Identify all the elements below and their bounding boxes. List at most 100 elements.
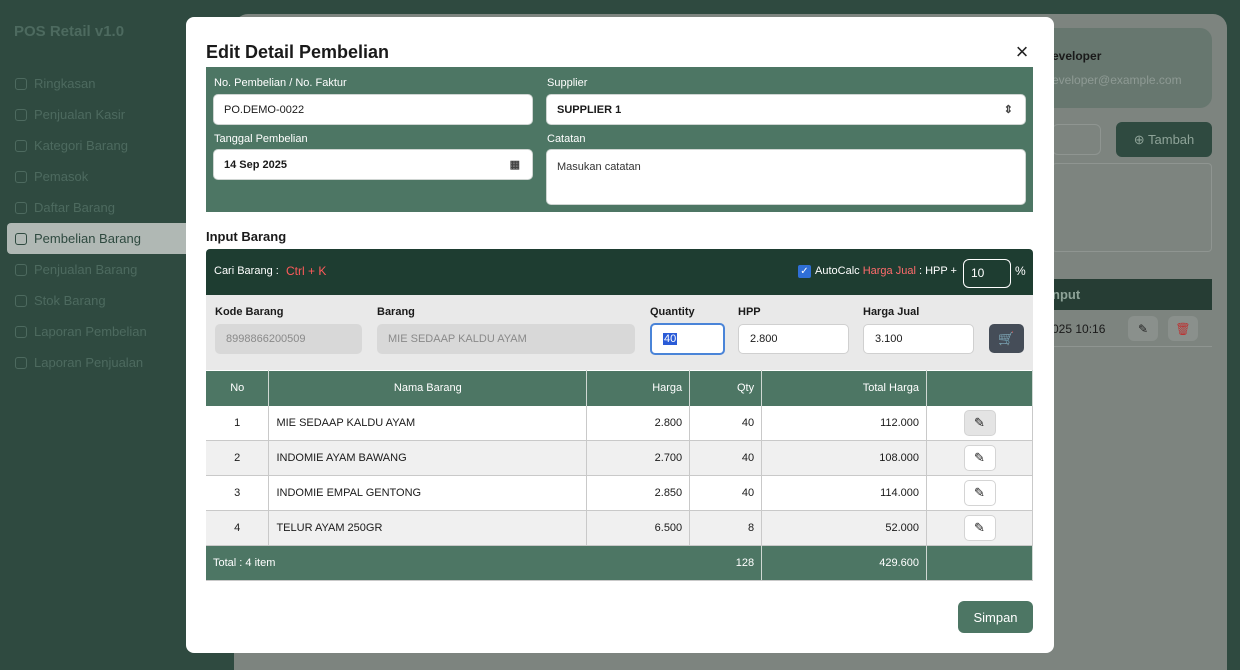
row-no: 2: [206, 440, 270, 476]
col-price: Harga: [586, 370, 691, 406]
notes-textarea[interactable]: Masukan catatan: [546, 149, 1026, 205]
table-footer-row: Total : 4 item 128 429.600: [206, 545, 1033, 581]
footer-empty: [926, 545, 1033, 581]
footer-total-label: Total : 4 item: [206, 545, 690, 581]
basket-icon: [15, 232, 27, 245]
purchase-form: No. Pembelian / No. Faktur PO.DEMO-0022 …: [206, 67, 1033, 212]
kode-input: 8998866200509: [215, 324, 362, 354]
background-search-input: [1052, 124, 1101, 155]
table-row: 2 INDOMIE AYAM BAWANG 2.700 40 108.000 ✎: [206, 440, 1033, 476]
sidebar-item-label: Laporan Pembelian: [34, 324, 147, 339]
footer-qty: 128: [689, 545, 763, 581]
row-price: 2.850: [586, 475, 691, 511]
autocalc-label: AutoCalc Harga Jual : HPP +: [815, 265, 957, 277]
items-table: No Nama Barang Harga Qty Total Harga 1 M…: [206, 370, 1033, 581]
row-total: 52.000: [761, 510, 928, 546]
sidebar-item-label: Stok Barang: [34, 293, 106, 308]
supplier-select[interactable]: SUPPLIER 1 ⇕: [546, 94, 1026, 125]
table-row: 3 INDOMIE EMPAL GENTONG 2.850 40 114.000…: [206, 475, 1033, 511]
user-email: eveloper@example.com: [1052, 73, 1182, 87]
edit-purchase-modal: Edit Detail Pembelian × No. Pembelian / …: [186, 17, 1054, 653]
close-icon[interactable]: ×: [1012, 41, 1032, 63]
report-icon: [15, 356, 27, 369]
add-to-cart-button[interactable]: 🛒: [989, 324, 1024, 353]
hpp-input[interactable]: 2.800: [738, 324, 849, 354]
row-qty: 8: [689, 510, 763, 546]
edit-row-button[interactable]: ✎: [963, 445, 996, 471]
sidebar-item-label: Penjualan Kasir: [34, 107, 126, 122]
category-icon: [15, 139, 27, 152]
harga-jual-input[interactable]: 3.100: [863, 324, 974, 354]
autocalc-suffix: : HPP +: [918, 265, 957, 277]
col-qty: Qty: [689, 370, 763, 406]
edit-row-button[interactable]: ✎: [963, 480, 996, 506]
purchase-number-label: No. Pembelian / No. Faktur: [214, 77, 347, 89]
app-title: POS Retail v1.0: [14, 23, 125, 40]
purchase-date-input[interactable]: 14 Sep 2025 ▦: [213, 149, 533, 180]
quantity-input[interactable]: 40: [650, 323, 725, 355]
purchase-number-input[interactable]: PO.DEMO-0022: [213, 94, 533, 125]
row-qty: 40: [689, 440, 763, 476]
autocalc-checkbox[interactable]: ✓: [798, 265, 811, 278]
table-row: 4 TELUR AYAM 250GR 6.500 8 52.000 ✎: [206, 510, 1033, 546]
chart-icon: [15, 77, 27, 90]
row-qty: 40: [689, 405, 763, 441]
user-name: eveloper: [1052, 49, 1102, 63]
table-row: 1 MIE SEDAAP KALDU AYAM 2.800 40 112.000…: [206, 405, 1033, 441]
row-qty: 40: [689, 475, 763, 511]
edit-row-button[interactable]: ✎: [963, 515, 996, 541]
col-action: [926, 370, 1033, 406]
autocalc-text: AutoCalc: [815, 265, 860, 277]
col-name: Nama Barang: [268, 370, 588, 406]
col-no: No: [206, 370, 270, 406]
save-button[interactable]: Simpan: [958, 601, 1033, 633]
item-search-bar: Cari Barang : Ctrl + K ✓ AutoCalc Harga …: [206, 249, 1033, 295]
percent-sign: %: [1015, 264, 1026, 278]
calendar-icon[interactable]: ▦: [510, 158, 520, 171]
background-panel: [1052, 163, 1212, 252]
row-action: ✎: [926, 440, 1033, 476]
autocalc-highlight: Harga Jual: [862, 265, 916, 277]
row-total: 108.000: [761, 440, 928, 476]
row-action: ✎: [926, 475, 1033, 511]
add-button: ⊕ Tambah: [1116, 122, 1212, 157]
quantity-label: Quantity: [650, 306, 695, 318]
item-entry-row: Kode Barang 8998866200509 Barang MIE SED…: [206, 295, 1033, 370]
edit-row-button[interactable]: ✎: [963, 409, 996, 436]
hpp-label: HPP: [738, 306, 761, 318]
purchase-date-label: Tanggal Pembelian: [214, 133, 308, 145]
sidebar-item-label: Penjualan Barang: [34, 262, 138, 277]
row-name: MIE SEDAAP KALDU AYAM: [268, 405, 588, 441]
edit-icon: ✎: [974, 414, 985, 430]
box-icon: [15, 201, 27, 214]
scan-icon: [15, 108, 27, 121]
footer-total: 429.600: [761, 545, 928, 581]
search-shortcut[interactable]: Ctrl + K: [286, 264, 326, 278]
sidebar-item-label: Daftar Barang: [34, 200, 115, 215]
barang-input: MIE SEDAAP KALDU AYAM: [377, 324, 635, 354]
percent-input[interactable]: 10: [963, 259, 1011, 288]
sidebar-item-label: Laporan Penjualan: [34, 355, 144, 370]
user-card: [1040, 28, 1212, 108]
quantity-value: 40: [663, 333, 678, 345]
background-delete-button: 🗑: [1168, 316, 1198, 341]
edit-icon: ✎: [974, 520, 985, 535]
col-total: Total Harga: [761, 370, 928, 406]
row-name: INDOMIE AYAM BAWANG: [268, 440, 588, 476]
sidebar-item-label: Pembelian Barang: [34, 231, 141, 246]
search-label: Cari Barang :: [214, 265, 279, 277]
row-total: 112.000: [761, 405, 928, 441]
table-header-row: No Nama Barang Harga Qty Total Harga: [206, 370, 1033, 406]
sidebar-item-label: Kategori Barang: [34, 138, 128, 153]
kode-label: Kode Barang: [215, 306, 284, 318]
background-table-header: nput: [1040, 279, 1212, 310]
background-edit-button: ✎: [1128, 316, 1158, 341]
cart-add-icon: 🛒: [998, 330, 1015, 346]
row-no: 3: [206, 475, 270, 511]
row-name: INDOMIE EMPAL GENTONG: [268, 475, 588, 511]
users-icon: [15, 170, 27, 183]
row-price: 6.500: [586, 510, 691, 546]
row-no: 4: [206, 510, 270, 546]
row-action: ✎: [926, 405, 1033, 441]
sidebar-item-label: Ringkasan: [34, 76, 96, 91]
